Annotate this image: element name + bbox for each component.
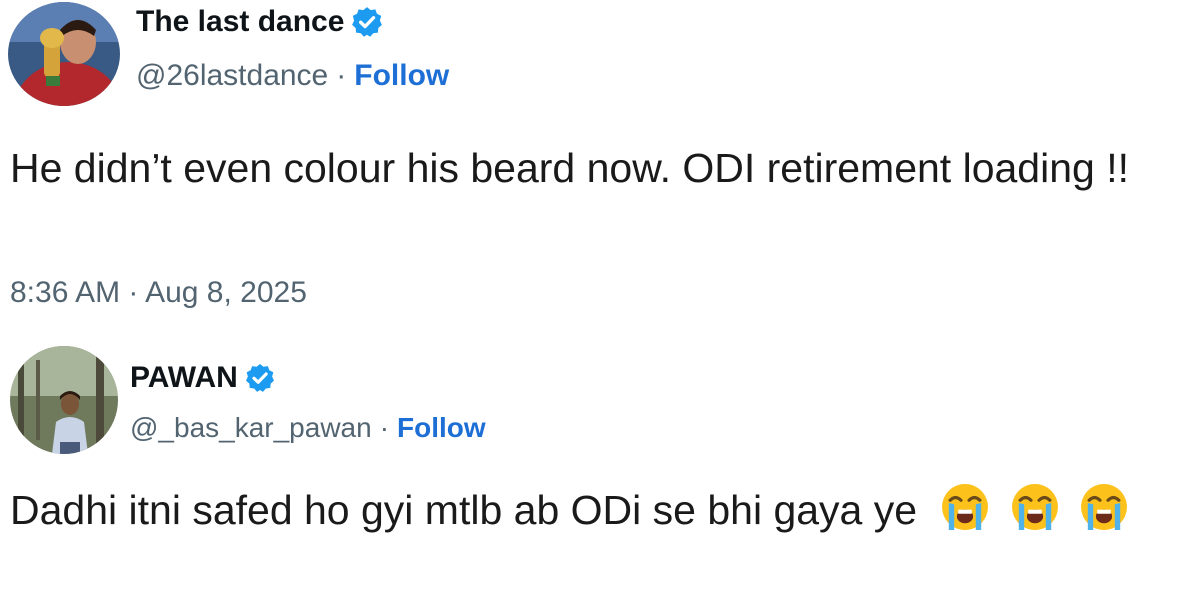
handle-row: @_bas_kar_pawan · Follow — [130, 408, 486, 448]
loudly-crying-face-icon — [938, 480, 992, 534]
handle-row: @26lastdance · Follow — [136, 56, 449, 96]
avatar-photo — [8, 2, 120, 106]
avatar-photo — [10, 346, 118, 454]
author-name-row[interactable]: PAWAN — [130, 358, 276, 398]
author-display-name[interactable]: The last dance — [136, 5, 344, 39]
tweet-text-content: Dadhi itni safed ho gyi mtlb ab ODi se b… — [10, 487, 918, 533]
loudly-crying-face-icon — [1008, 480, 1062, 534]
author-handle[interactable]: @26lastdance — [136, 59, 328, 93]
avatar[interactable] — [10, 346, 118, 454]
author-handle[interactable]: @_bas_kar_pawan — [130, 412, 372, 444]
post-pawan: PAWAN @_bas_kar_pawan · Follow Dadhi itn… — [0, 340, 1200, 610]
post-the-last-dance: The last dance @26lastdance · Follow He … — [0, 0, 1200, 330]
separator: · — [379, 412, 390, 443]
tweet-text: Dadhi itni safed ho gyi mtlb ab ODi se b… — [10, 480, 1190, 540]
separator: · — [336, 59, 347, 92]
follow-button[interactable]: Follow — [354, 59, 449, 93]
verified-badge-icon — [350, 5, 384, 39]
author-display-name[interactable]: PAWAN — [130, 361, 238, 395]
tweet-timestamp[interactable]: 8:36 AM · Aug 8, 2025 — [10, 276, 307, 310]
author-name-row[interactable]: The last dance — [136, 2, 384, 42]
follow-button[interactable]: Follow — [397, 412, 486, 444]
verified-badge-icon — [244, 362, 276, 394]
tweet-text: He didn’t even colour his beard now. ODI… — [10, 145, 1129, 191]
loudly-crying-face-icon — [1077, 480, 1131, 534]
avatar[interactable] — [8, 2, 120, 106]
